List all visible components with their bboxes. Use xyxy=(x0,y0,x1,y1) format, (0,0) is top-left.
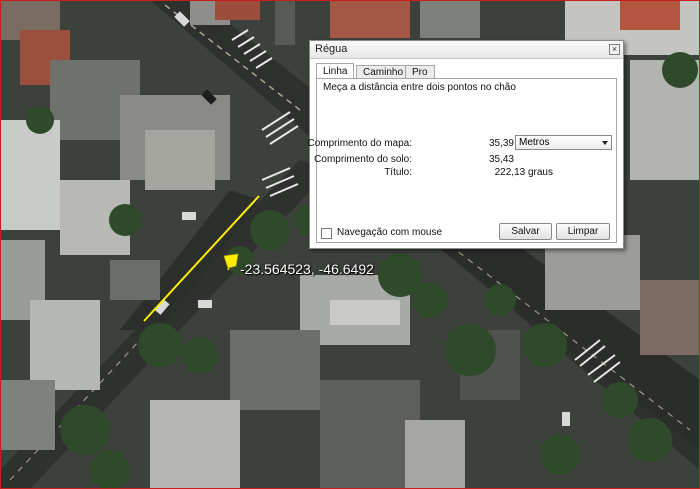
heading-label: Título: xyxy=(384,167,412,178)
dialog-titlebar[interactable]: Régua × xyxy=(310,41,623,59)
tab-linha[interactable]: Linha xyxy=(316,63,355,79)
clear-button[interactable]: Limpar xyxy=(556,223,610,240)
coordinates-label: -23.564523, -46.6492 xyxy=(240,261,374,277)
chevron-down-icon xyxy=(602,141,608,145)
close-icon[interactable]: × xyxy=(609,44,620,55)
tab-caminho[interactable]: Caminho xyxy=(356,65,411,79)
map-length-label: Comprimento do mapa: xyxy=(307,138,413,149)
tab-panel: Meça a distância entre dois pontos no ch… xyxy=(308,78,617,243)
ruler-dialog: Régua × Linha Caminho Pro Meça a distânc… xyxy=(308,40,624,249)
save-button[interactable]: Salvar xyxy=(499,223,552,240)
heading-value: 222,13 graus xyxy=(494,167,553,178)
ground-length-value: 35,43 xyxy=(488,154,514,165)
mouse-navigation-label: Navegação com mouse xyxy=(337,227,443,238)
mouse-navigation-checkbox[interactable] xyxy=(321,228,332,239)
tab-pro[interactable]: Pro xyxy=(405,65,435,79)
map-length-value: 35,39 xyxy=(488,138,514,149)
unit-select-value: Metros xyxy=(519,137,550,148)
ground-length-label: Comprimento do solo: xyxy=(314,154,412,165)
dialog-title: Régua xyxy=(315,43,348,55)
description-text: Meça a distância entre dois pontos no ch… xyxy=(323,82,516,93)
unit-select[interactable]: Metros xyxy=(515,135,612,150)
